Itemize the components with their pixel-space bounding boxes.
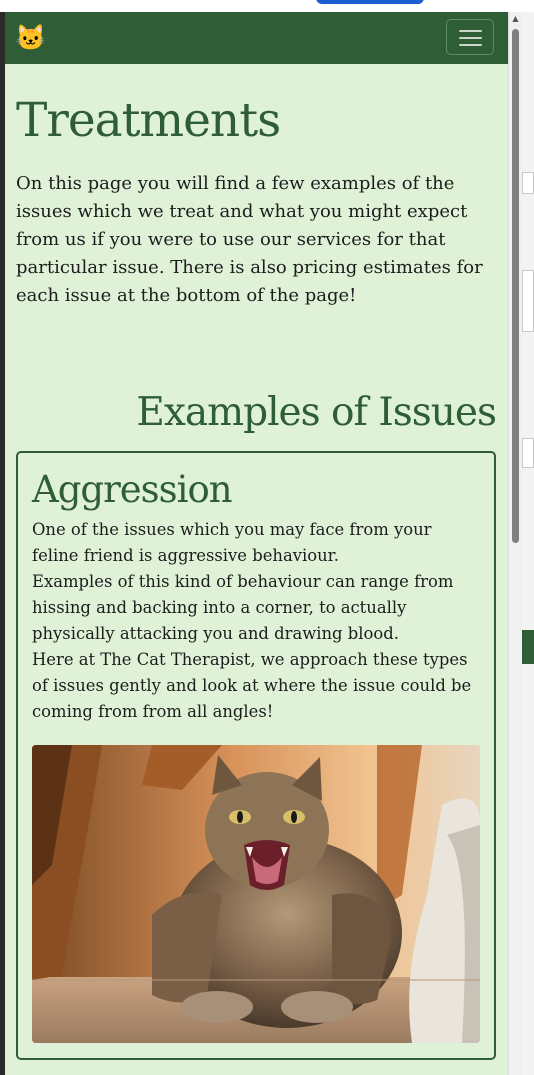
section-title: Examples of Issues [136, 390, 497, 435]
issue-card-aggression: Aggression One of the issues which you m… [16, 451, 496, 1060]
browser-blue-button[interactable] [316, 0, 424, 4]
hamburger-menu-button[interactable] [446, 19, 494, 55]
page-title: Treatments [16, 93, 281, 148]
browser-top-strip [0, 0, 534, 12]
hissing-cat-photo [32, 745, 480, 1043]
page-intro: On this page you will find a few example… [16, 173, 483, 306]
navbar: 🐱 [5, 12, 508, 64]
issue-description: One of the issues which you may face fro… [32, 517, 482, 725]
background-window-right [522, 12, 534, 1075]
page-viewport: 🐱 Treatments On this page you will find … [5, 12, 508, 1075]
issue-paragraph: Examples of this kind of behaviour can r… [32, 572, 454, 643]
scroll-up-arrow-icon[interactable]: ▲ [511, 14, 520, 23]
background-fragment [522, 630, 534, 664]
issue-paragraph: One of the issues which you may face fro… [32, 520, 432, 565]
background-fragment [522, 270, 534, 332]
cat-face-icon[interactable]: 🐱 [15, 23, 46, 53]
page-scrollbar[interactable]: ▲ [508, 12, 522, 1075]
scrollbar-thumb[interactable] [512, 29, 519, 543]
issue-paragraph: Here at The Cat Therapist, we approach t… [32, 650, 472, 721]
background-fragment [522, 172, 534, 194]
issue-title: Aggression [32, 468, 233, 511]
background-fragment [522, 438, 534, 468]
